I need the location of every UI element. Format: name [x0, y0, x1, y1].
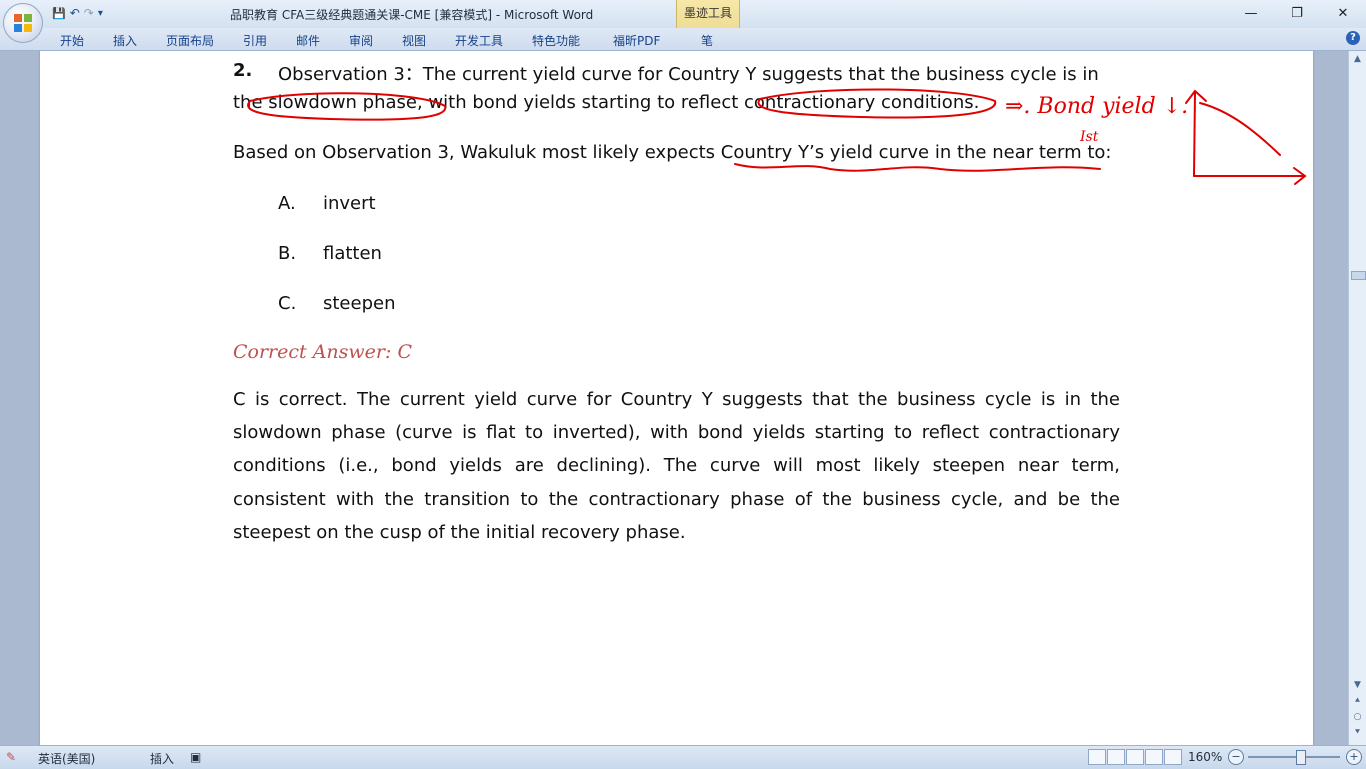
question-prompt: Based on Observation 3, Wakuluk most lik…	[233, 142, 1112, 163]
redo-icon[interactable]: ↷	[84, 6, 94, 20]
tab-foxit-pdf[interactable]: 福昕PDF	[613, 32, 660, 49]
ribbon-tabs: 开始 插入 页面布局 引用 邮件 审阅 视图 开发工具 特色功能 福昕PDF 笔…	[0, 28, 1366, 51]
ink-tools-title: 墨迹工具	[683, 6, 732, 20]
print-layout-view-button[interactable]	[1088, 749, 1106, 765]
tab-home[interactable]: 开始	[60, 32, 84, 49]
zoom-slider-track[interactable]	[1248, 756, 1340, 758]
office-logo-icon	[14, 14, 32, 32]
window-controls: — ❐ ✕	[1228, 0, 1366, 26]
tab-references[interactable]: 引用	[243, 32, 267, 49]
draft-view-button[interactable]	[1164, 749, 1182, 765]
tab-insert[interactable]: 插入	[113, 32, 137, 49]
question-number: 2.	[233, 60, 253, 81]
full-screen-reading-button[interactable]	[1107, 749, 1125, 765]
undo-icon[interactable]: ↶	[70, 6, 80, 20]
tab-mailings[interactable]: 邮件	[296, 32, 320, 49]
scroll-thumb[interactable]	[1351, 271, 1366, 280]
option-letter: A.	[278, 193, 296, 214]
language-indicator[interactable]: 英语(美国)	[38, 750, 95, 767]
zoom-out-button[interactable]: −	[1228, 749, 1244, 765]
tab-developer[interactable]: 开发工具	[455, 32, 503, 49]
zoom-level[interactable]: 160%	[1188, 750, 1222, 764]
save-icon[interactable]: 💾	[52, 7, 66, 20]
tab-view[interactable]: 视图	[402, 32, 426, 49]
maximize-button[interactable]: ❐	[1274, 0, 1320, 26]
tab-pen[interactable]: 笔	[701, 32, 713, 49]
vertical-scrollbar[interactable]: ▲ ▼ ⯅ ○ ⯆	[1348, 51, 1366, 745]
web-layout-button[interactable]	[1126, 749, 1144, 765]
outline-view-button[interactable]	[1145, 749, 1163, 765]
scroll-down-button[interactable]: ▼	[1351, 679, 1364, 692]
tab-page-layout[interactable]: 页面布局	[166, 32, 214, 49]
help-icon[interactable]: ?	[1346, 31, 1360, 45]
insert-mode-indicator[interactable]: 插入	[150, 750, 174, 767]
office-button[interactable]	[3, 3, 43, 43]
correct-answer: Correct Answer: C	[233, 341, 412, 363]
observation-line-1: Observation 3：The current yield curve fo…	[278, 64, 1099, 85]
tab-review[interactable]: 审阅	[349, 32, 373, 49]
answer-explanation: C is correct. The current yield curve fo…	[233, 389, 1120, 543]
next-page-button[interactable]: ⯆	[1351, 727, 1364, 740]
customize-qat-icon[interactable]: ▾	[98, 8, 103, 19]
zoom-slider-thumb[interactable]	[1296, 750, 1306, 765]
select-browse-object-button[interactable]: ○	[1351, 711, 1364, 724]
document-area[interactable]: 2. Observation 3：The current yield curve…	[0, 51, 1348, 745]
macro-record-icon[interactable]: ▣	[190, 750, 201, 764]
window-title: 品职教育 CFA三级经典题通关课-CME [兼容模式] - Microsoft …	[230, 8, 594, 22]
status-bar: ✎ 英语(美国) 插入 ▣ 160% − +	[0, 745, 1366, 769]
close-button[interactable]: ✕	[1320, 0, 1366, 26]
option-text: steepen	[323, 293, 396, 314]
zoom-in-button[interactable]: +	[1346, 749, 1362, 765]
minimize-button[interactable]: —	[1228, 0, 1274, 26]
spelling-check-icon[interactable]: ✎	[6, 750, 16, 764]
observation-line-2: the slowdown phase, with bond yields sta…	[233, 92, 980, 113]
option-text: flatten	[323, 243, 382, 264]
previous-page-button[interactable]: ⯅	[1351, 695, 1364, 708]
option-text: invert	[323, 193, 376, 214]
quick-access-toolbar: 💾 ↶ ↷ ▾	[52, 4, 103, 22]
option-letter: C.	[278, 293, 297, 314]
tab-special-features[interactable]: 特色功能	[532, 32, 580, 49]
option-letter: B.	[278, 243, 297, 264]
scroll-up-button[interactable]: ▲	[1351, 53, 1364, 66]
